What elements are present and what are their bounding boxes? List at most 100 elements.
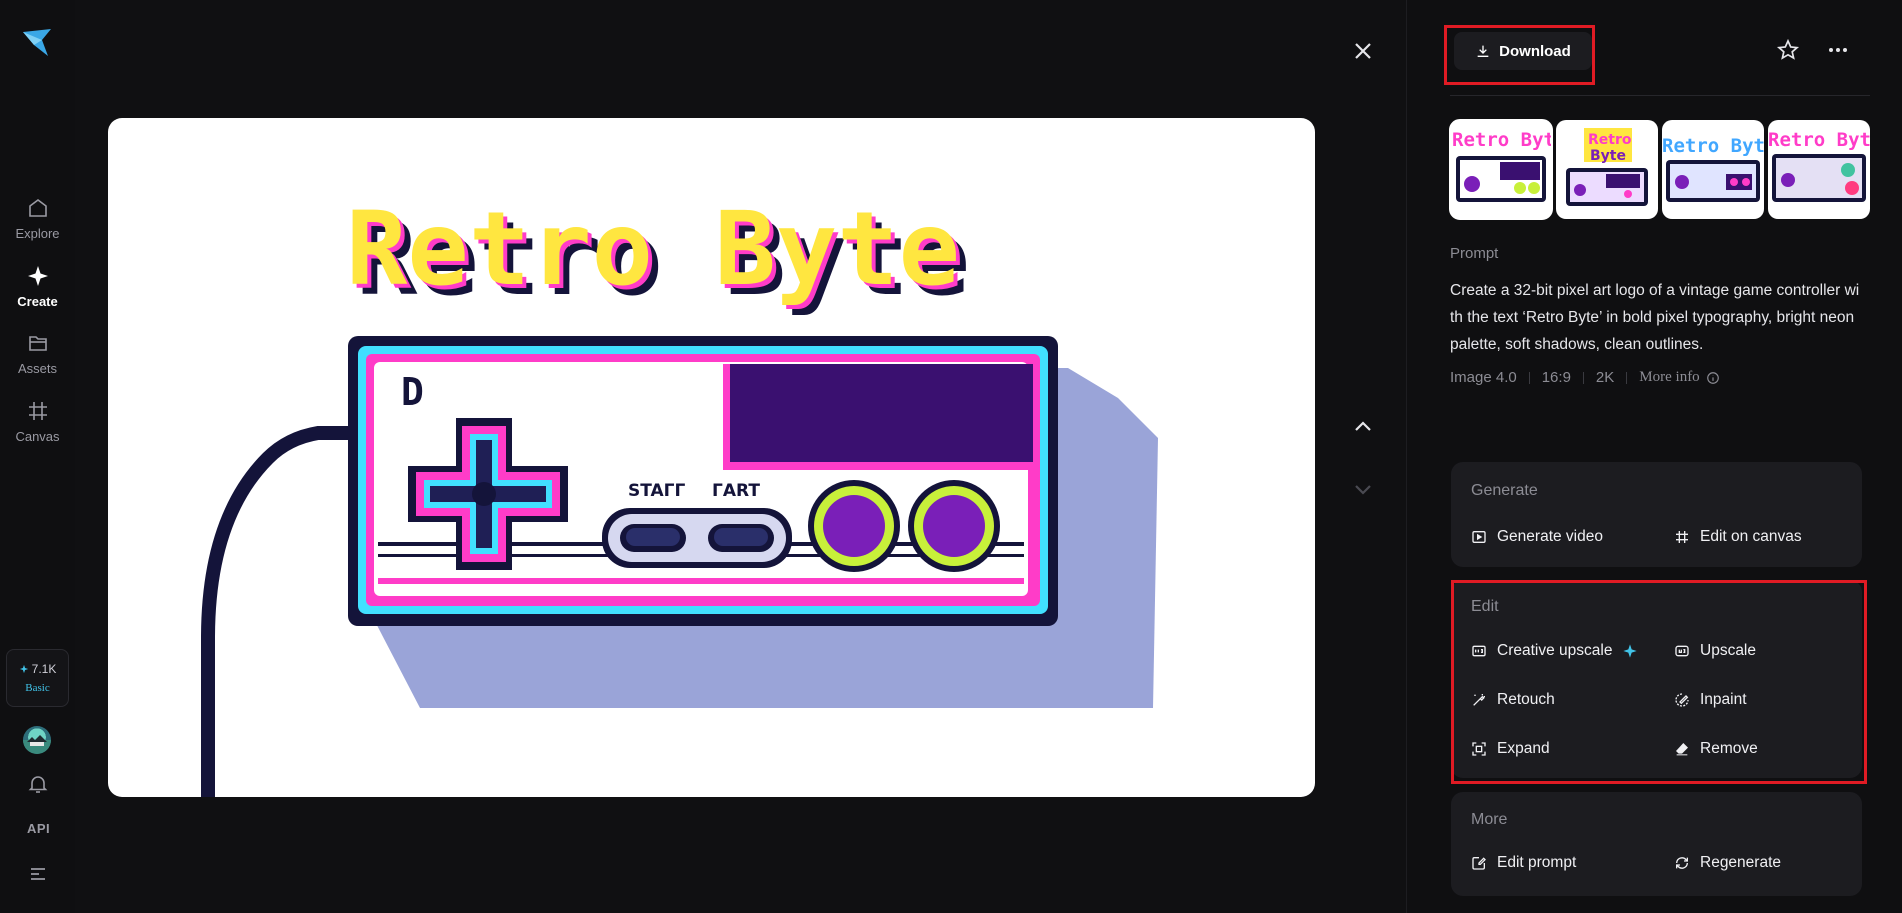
remove-label: Remove [1700, 740, 1758, 757]
start-label-right: ΓART [712, 481, 760, 501]
sidebar-item-label: Create [17, 294, 58, 309]
download-label: Download [1499, 42, 1571, 60]
expand-button[interactable]: Expand [1471, 740, 1550, 758]
resolution-label: 2K [1595, 369, 1615, 386]
generate-title: Generate [1471, 482, 1538, 499]
app-logo-icon[interactable] [20, 26, 54, 60]
canvas-icon [1676, 531, 1688, 543]
sidebar-item-create[interactable]: Create [0, 264, 75, 309]
remove-button[interactable]: Remove [1674, 740, 1758, 758]
thumbnail-image: Retro Byte [1566, 128, 1648, 206]
regenerate-label: Regenerate [1700, 854, 1782, 871]
upscale-label: Upscale [1700, 642, 1756, 659]
thumbnail-3[interactable]: Retro Byte [1662, 120, 1764, 219]
sidebar-item-assets[interactable]: Assets [0, 331, 75, 376]
info-icon [1706, 371, 1719, 384]
upscale-button[interactable]: Upscale [1674, 642, 1756, 660]
thumbnail-text: Retro Byte [1452, 129, 1552, 151]
upscale-icon [1675, 645, 1689, 657]
creative-upscale-label: Creative upscale [1497, 642, 1613, 659]
sidebar-item-canvas[interactable]: Canvas [0, 399, 75, 444]
inpaint-label: Inpaint [1700, 691, 1747, 708]
more-title: More [1471, 811, 1508, 828]
canvas-icon [28, 402, 47, 420]
close-icon[interactable] [1350, 38, 1376, 64]
more-card: More Edit prompt Regenerate [1451, 792, 1862, 896]
refresh-icon [1676, 857, 1688, 869]
thumbnail-4[interactable]: Retro Byte [1768, 120, 1870, 219]
edit-prompt-button[interactable]: Edit prompt [1471, 854, 1576, 872]
regenerate-button[interactable]: Regenerate [1674, 854, 1781, 872]
image-title: Retro Byte [346, 190, 960, 309]
more-info-label: More info [1639, 369, 1700, 385]
credits-amount-row: 7.1K [19, 662, 57, 676]
expand-icon [1472, 742, 1486, 756]
play-icon [1472, 531, 1486, 543]
ratio-label: 16:9 [1541, 369, 1571, 386]
retouch-icon [1473, 694, 1485, 706]
folder-icon [28, 336, 47, 351]
avatar[interactable] [23, 726, 51, 754]
prompt-text: Create a 32-bit pixel art logo of a vint… [1450, 282, 1860, 353]
sidebar-item-label: Explore [15, 226, 60, 241]
retro-controller-artwork: D STAΓΓ ΓART Retro Byte Retro Byte Retro… [201, 190, 1158, 797]
more-options-icon[interactable] [1826, 38, 1850, 62]
start-label-left: STAΓΓ [628, 481, 686, 501]
prompt-label: Prompt [1450, 245, 1499, 262]
edit-title: Edit [1471, 598, 1499, 615]
thumbnail-2[interactable]: Retro Byte [1556, 120, 1658, 219]
download-icon [1477, 45, 1489, 57]
controller-letter: D [401, 370, 424, 414]
edit-on-canvas-button[interactable]: Edit on canvas [1674, 528, 1802, 546]
thumbnail-text-2: Byte [1590, 148, 1626, 164]
generate-card: Generate Generate video Edit on canvas [1451, 462, 1862, 567]
meta-separator [1626, 371, 1628, 384]
retouch-button[interactable]: Retouch [1471, 691, 1555, 709]
chevron-up-icon[interactable] [1350, 413, 1376, 439]
model-label: Image 4.0 [1450, 369, 1517, 386]
generate-video-button[interactable]: Generate video [1471, 528, 1603, 546]
thumbnail-text: Retro Byte [1662, 135, 1764, 157]
edit-prompt-label: Edit prompt [1497, 854, 1577, 871]
header-divider [1450, 95, 1870, 96]
meta-separator [1528, 371, 1530, 384]
edit-prompt-icon [1472, 857, 1486, 870]
thumbnail-image: Retro Byte [1452, 129, 1552, 202]
more-info-link[interactable]: More info [1639, 369, 1719, 386]
sidebar-item-explore[interactable]: Explore [0, 196, 75, 241]
download-button[interactable]: Download [1454, 32, 1592, 70]
inpaint-button[interactable]: Inpaint [1674, 691, 1747, 709]
eraser-icon [1676, 743, 1688, 756]
thumbnail-text: Retro [1588, 132, 1632, 148]
image-meta: Image 4.0 16:9 2K More info [1450, 369, 1720, 386]
creative-upscale-icon [1472, 645, 1486, 657]
menu-icon[interactable] [26, 862, 50, 886]
avatar-image [23, 735, 51, 754]
thumbnail-1[interactable]: Retro Byte [1449, 119, 1553, 220]
credits-amount: 7.1K [31, 662, 57, 676]
thumbnail-image: Retro Byte [1662, 135, 1764, 202]
thumbnail-text: Retro Byte [1768, 129, 1870, 151]
generated-image[interactable]: D STAΓΓ ΓART Retro Byte Retro Byte Retro… [108, 118, 1315, 797]
sparkle-icon [1623, 644, 1638, 658]
expand-label: Expand [1497, 740, 1550, 757]
sparkle-icon [19, 664, 28, 674]
home-icon [28, 199, 47, 217]
inpaint-icon [1675, 693, 1689, 707]
sidebar-item-label: Canvas [15, 429, 60, 444]
edit-on-canvas-label: Edit on canvas [1700, 528, 1802, 545]
api-link[interactable]: API [27, 821, 50, 836]
thumbnail-image: Retro Byte [1768, 129, 1870, 202]
generate-video-label: Generate video [1497, 528, 1603, 545]
sparkle-icon [27, 266, 48, 286]
credits-badge[interactable]: 7.1K Basic [6, 649, 69, 707]
sidebar-item-label: Assets [17, 361, 57, 376]
creative-upscale-button[interactable]: Creative upscale [1471, 642, 1638, 660]
edit-card: Edit Creative upscale Upscale Retouch In… [1451, 580, 1862, 778]
bell-icon[interactable] [26, 772, 50, 796]
chevron-down-icon[interactable] [1350, 476, 1376, 502]
plan-label: Basic [25, 682, 50, 694]
left-sidebar: Explore Create Assets Canvas 7.1K Basic … [0, 0, 75, 913]
meta-separator [1582, 371, 1584, 384]
star-icon[interactable] [1776, 38, 1800, 62]
